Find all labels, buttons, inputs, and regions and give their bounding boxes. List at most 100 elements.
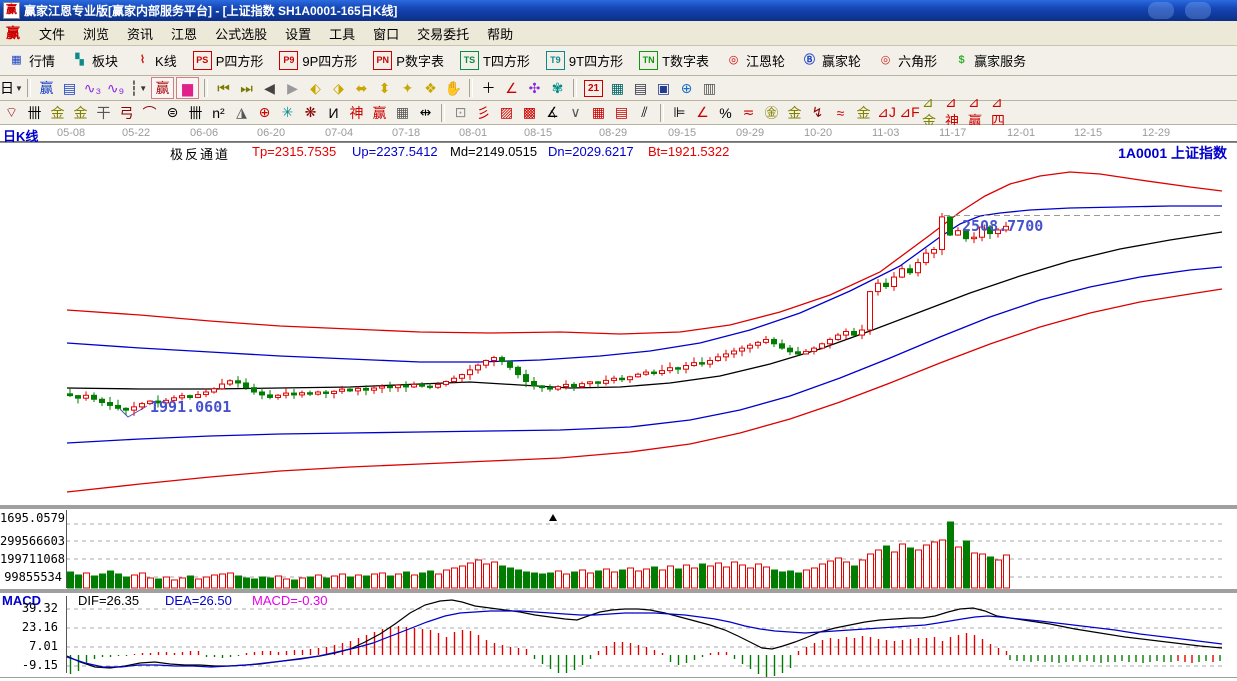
winner-service-button[interactable]: $赢家服务 bbox=[950, 50, 1029, 71]
menu-item-7[interactable]: 窗口 bbox=[364, 22, 408, 45]
calculator-icon[interactable]: ▦ bbox=[607, 78, 628, 98]
wave-ab-icon[interactable]: ≈ bbox=[830, 103, 851, 123]
jump-first-icon[interactable]: ⏮ bbox=[213, 78, 234, 98]
shen-angle-icon[interactable]: ⊿神 bbox=[945, 103, 966, 123]
menu-item-0[interactable]: 文件 bbox=[30, 22, 74, 45]
n-square-icon[interactable]: n² bbox=[208, 103, 229, 123]
hand-tool-icon[interactable]: ✋ bbox=[443, 78, 464, 98]
t-square-button[interactable]: TST四方形 bbox=[457, 50, 533, 71]
percent-icon[interactable]: % bbox=[715, 103, 736, 123]
brush-tool-icon[interactable]: ↯ bbox=[807, 103, 828, 123]
win-overview-icon[interactable]: 赢 bbox=[36, 78, 57, 98]
angle-measure-icon[interactable]: ∠ bbox=[501, 78, 522, 98]
color-histogram-icon[interactable]: ▆ bbox=[176, 77, 199, 99]
angle-lines-icon[interactable]: ∡ bbox=[542, 103, 563, 123]
step-forward-icon[interactable]: ▶ bbox=[282, 78, 303, 98]
win-red-icon[interactable]: 赢 bbox=[151, 77, 174, 99]
menu-item-1[interactable]: 浏览 bbox=[74, 22, 118, 45]
period-day-dropdown-icon[interactable]: 日▼ bbox=[1, 78, 22, 98]
k-mark-icon[interactable]: И bbox=[323, 103, 344, 123]
j-angle-icon[interactable]: ⊿J bbox=[876, 103, 897, 123]
candle-style-dropdown-icon[interactable]: ┆▼ bbox=[128, 78, 149, 98]
kline-button[interactable]: ⌇K线 bbox=[131, 50, 180, 71]
sectors-button[interactable]: ▚板块 bbox=[68, 50, 121, 71]
gold-line-icon[interactable]: 金 bbox=[784, 103, 805, 123]
win-angle-icon[interactable]: ⊿赢 bbox=[968, 103, 989, 123]
menu-item-4[interactable]: 公式选股 bbox=[206, 22, 276, 45]
wave-9-icon[interactable]: ∿₉ bbox=[105, 78, 126, 98]
circle-grid-icon[interactable]: ⊜ bbox=[162, 103, 183, 123]
hash-grid-icon[interactable]: 卌 bbox=[185, 103, 206, 123]
shift-left-icon[interactable]: ⬖ bbox=[305, 78, 326, 98]
quotes-button[interactable]: ▦行情 bbox=[5, 50, 58, 71]
save-icon[interactable]: ▣ bbox=[653, 78, 674, 98]
grid-red-2-icon[interactable]: ▤ bbox=[611, 103, 632, 123]
slash-lines-icon[interactable]: ⫽ bbox=[634, 103, 655, 123]
fit-screen-icon[interactable]: ✦ bbox=[397, 78, 418, 98]
notes-icon[interactable]: ▤ bbox=[630, 78, 651, 98]
menu-item-3[interactable]: 江恩 bbox=[162, 22, 206, 45]
workstation-icon[interactable]: ▥ bbox=[699, 78, 720, 98]
menu-item-9[interactable]: 帮助 bbox=[478, 22, 522, 45]
percent-angle-icon[interactable]: ∠ bbox=[692, 103, 713, 123]
gold-angle-2-icon[interactable]: ⊿金 bbox=[922, 103, 943, 123]
percent-line-icon[interactable]: ≂ bbox=[738, 103, 759, 123]
mirror-angle-icon[interactable]: ◮ bbox=[231, 103, 252, 123]
chart-region[interactable]: 极反通道 Tp=2315.7535 Up=2237.5412 Md=2149.0… bbox=[0, 142, 1237, 681]
winner-wheel-label: 赢家轮 bbox=[822, 51, 861, 70]
fan-lines-icon[interactable]: 彡 bbox=[473, 103, 494, 123]
f-angle-icon[interactable]: ⊿F bbox=[899, 103, 920, 123]
full-range-icon[interactable]: ❖ bbox=[420, 78, 441, 98]
compass-2-icon[interactable]: ⌒ bbox=[139, 103, 160, 123]
expand-x-icon[interactable]: ⬌ bbox=[351, 78, 372, 98]
p9-square-icon: P9 bbox=[279, 51, 298, 70]
network-icon[interactable]: ⊕ bbox=[676, 78, 697, 98]
gold-grid-2-icon[interactable]: 金 bbox=[70, 103, 91, 123]
menu-item-2[interactable]: 资讯 bbox=[118, 22, 162, 45]
jump-last-icon[interactable]: ⏭ bbox=[236, 78, 257, 98]
span-arrows-icon[interactable]: ⇹ bbox=[415, 103, 436, 123]
target-cross-icon[interactable]: ⊕ bbox=[254, 103, 275, 123]
ruler-grid-icon[interactable]: ▦ bbox=[392, 103, 413, 123]
fan-box-icon[interactable]: ▨ bbox=[496, 103, 517, 123]
gold-angle-icon[interactable]: 金 bbox=[853, 103, 874, 123]
t-number-button[interactable]: TNT数字表 bbox=[636, 50, 712, 71]
hexagon-button[interactable]: ◎六角形 bbox=[874, 50, 940, 71]
knot-tool-icon[interactable]: ✾ bbox=[547, 78, 568, 98]
shen-grid-icon[interactable]: 神 bbox=[346, 103, 367, 123]
t9-square-button[interactable]: T99T四方形 bbox=[543, 50, 626, 71]
info-panel-icon[interactable]: ▤ bbox=[59, 78, 80, 98]
gann-flower-icon[interactable]: ✣ bbox=[524, 78, 545, 98]
date-tick-09-29: 09-29 bbox=[736, 127, 764, 139]
win-grid-icon[interactable]: 赢 bbox=[369, 103, 390, 123]
wave-3-icon[interactable]: ∿₃ bbox=[82, 78, 103, 98]
gann-compass-icon[interactable]: ⌔ bbox=[1, 103, 22, 123]
title-bar[interactable]: 赢 赢家江恩专业版[赢家内部服务平台] - [上证指数 SH1A0001-165… bbox=[0, 0, 1237, 21]
menu-item-8[interactable]: 交易委托 bbox=[408, 22, 478, 45]
p-square-button[interactable]: PSP四方形 bbox=[190, 50, 267, 71]
fan-dense-icon[interactable]: ▩ bbox=[519, 103, 540, 123]
grid-tool-icon[interactable]: 卌 bbox=[24, 103, 45, 123]
gann-wheel-button[interactable]: ◎江恩轮 bbox=[722, 50, 788, 71]
spiral-icon[interactable]: 弓 bbox=[116, 103, 137, 123]
si-angle-icon[interactable]: ⊿四 bbox=[991, 103, 1012, 123]
f-grid-icon[interactable]: 干 bbox=[93, 103, 114, 123]
menu-item-5[interactable]: 设置 bbox=[276, 22, 320, 45]
wave-v-icon[interactable]: ∨ bbox=[565, 103, 586, 123]
starburst-icon[interactable]: ✳ bbox=[277, 103, 298, 123]
grid-red-1-icon[interactable]: ▦ bbox=[588, 103, 609, 123]
scale-tool-icon[interactable]: ⊫ bbox=[669, 103, 690, 123]
menu-item-6[interactable]: 工具 bbox=[320, 22, 364, 45]
winner-wheel-button[interactable]: Ⓑ赢家轮 bbox=[798, 50, 864, 71]
box-select-icon[interactable]: ⊡ bbox=[450, 103, 471, 123]
compress-x-icon[interactable]: ⬍ bbox=[374, 78, 395, 98]
p9-square-button[interactable]: P99P四方形 bbox=[276, 50, 360, 71]
calendar-icon[interactable]: 21 bbox=[584, 80, 603, 97]
star-grid-icon[interactable]: ❋ bbox=[300, 103, 321, 123]
p-number-button[interactable]: PNP数字表 bbox=[370, 50, 447, 71]
shift-right-icon[interactable]: ⬗ bbox=[328, 78, 349, 98]
gold-grid-1-icon[interactable]: 金 bbox=[47, 103, 68, 123]
crosshair-tool-icon[interactable]: ＋ bbox=[478, 78, 499, 98]
step-back-icon[interactable]: ◀ bbox=[259, 78, 280, 98]
gold-circle-icon[interactable]: ㊎ bbox=[761, 103, 782, 123]
